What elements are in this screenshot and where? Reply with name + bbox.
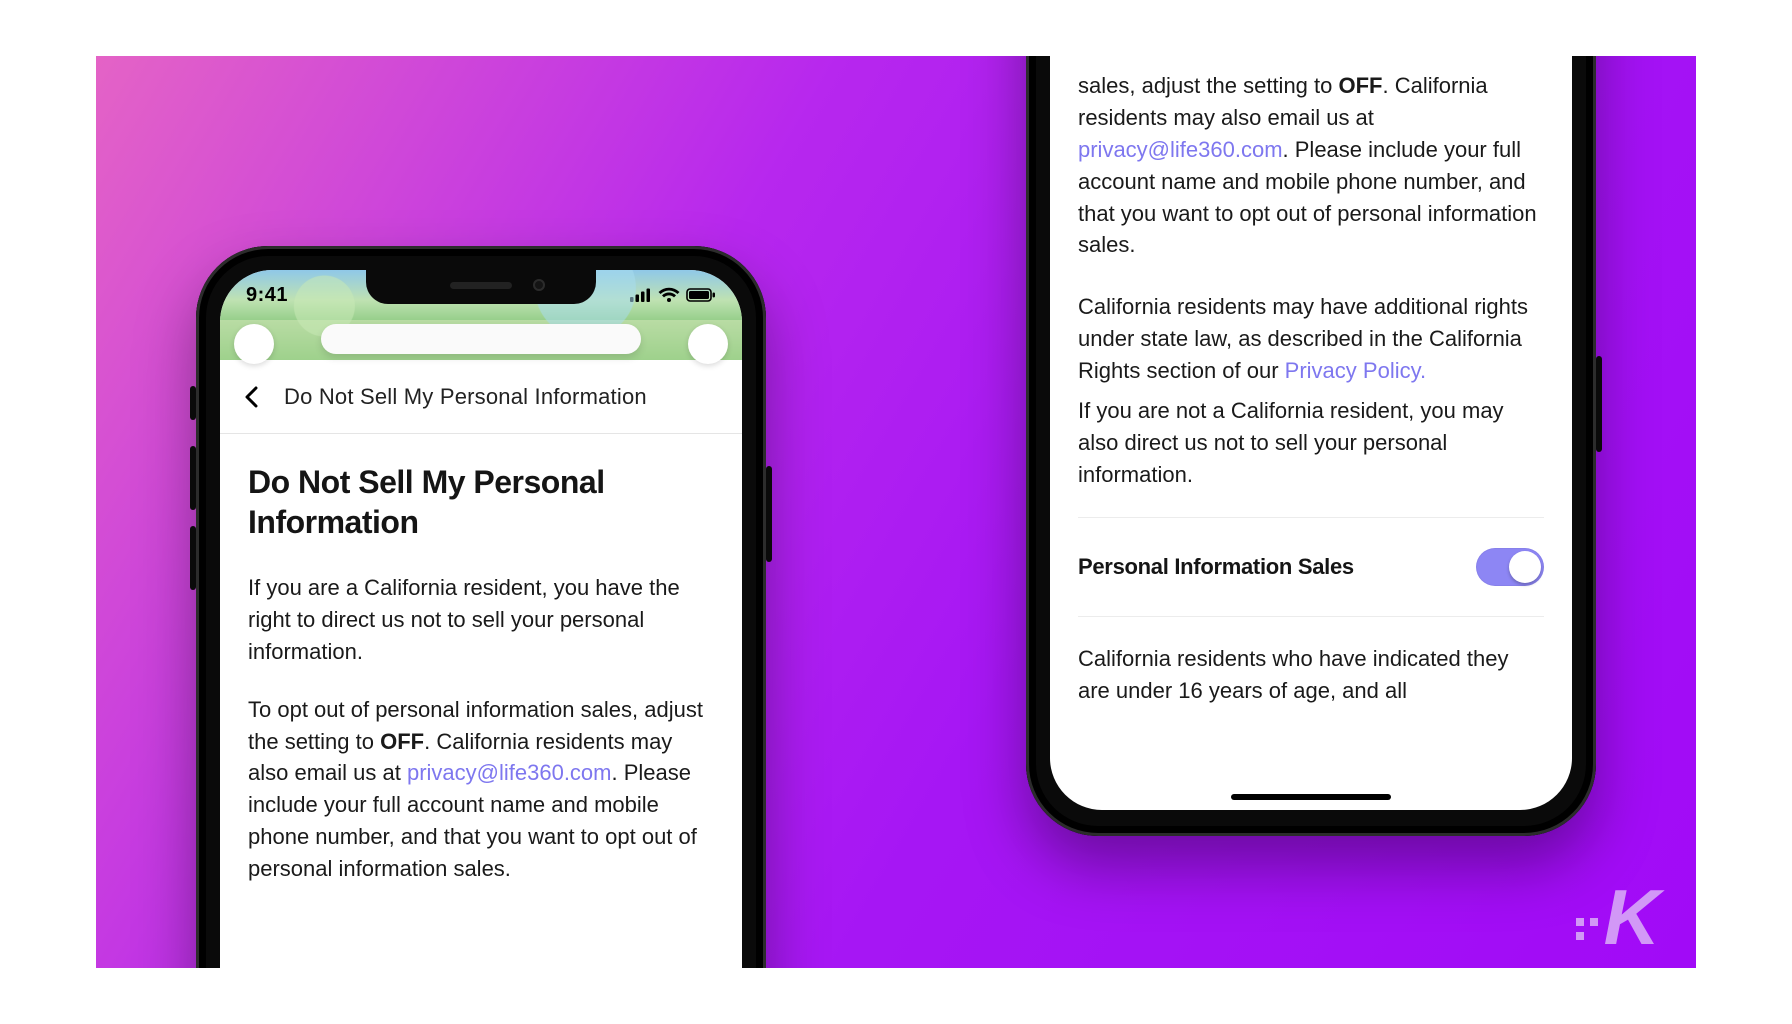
privacy-policy-link[interactable]: Privacy Policy. — [1285, 358, 1426, 383]
california-rights-paragraph: California residents may have additional… — [1078, 291, 1544, 387]
phone-power-button — [766, 466, 772, 562]
brand-watermark: K — [1576, 886, 1656, 948]
page-content-right: sales, adjust the setting to OFF. Califo… — [1050, 56, 1572, 706]
watermark-dots — [1576, 918, 1598, 940]
home-indicator — [1231, 794, 1391, 800]
phone-mockup-right: sales, adjust the setting to OFF. Califo… — [1026, 56, 1596, 836]
optout2-text-a: sales, adjust the setting to — [1078, 73, 1339, 98]
phone-volume-up — [190, 446, 196, 510]
personal-info-sales-toggle[interactable] — [1476, 548, 1544, 586]
chevron-left-icon — [244, 386, 260, 408]
phone-power-button — [1596, 356, 1602, 452]
privacy-email-link-2[interactable]: privacy@life360.com — [1078, 137, 1283, 162]
toggle-label: Personal Information Sales — [1078, 554, 1354, 580]
privacy-email-link[interactable]: privacy@life360.com — [407, 760, 612, 785]
toggle-knob — [1509, 551, 1541, 583]
non-california-paragraph: If you are not a California resident, yo… — [1078, 395, 1544, 491]
intro-paragraph: If you are a California resident, you ha… — [248, 572, 714, 668]
optout-paragraph-continued: sales, adjust the setting to OFF. Califo… — [1078, 70, 1544, 261]
map-preview — [220, 320, 742, 360]
phone-notch — [366, 270, 596, 304]
optout-paragraph: To opt out of personal information sales… — [248, 694, 714, 885]
map-avatar-left — [234, 324, 274, 364]
personal-info-sales-row: Personal Information Sales — [1078, 517, 1544, 617]
back-button[interactable] — [238, 383, 266, 411]
marketing-canvas: 9:41 Do Not Sell My Personal Information — [96, 56, 1696, 968]
phone-screen-right: sales, adjust the setting to OFF. Califo… — [1050, 56, 1572, 810]
page-header: Do Not Sell My Personal Information — [220, 360, 742, 434]
off-word-2: OFF — [1339, 73, 1383, 98]
page-content-left: Do Not Sell My Personal Information If y… — [220, 434, 742, 885]
map-search-pill — [321, 324, 641, 354]
phone-screen-left: 9:41 Do Not Sell My Personal Information — [220, 270, 742, 968]
watermark-letter: K — [1604, 886, 1656, 948]
phone-volume-down — [190, 526, 196, 590]
map-avatar-right — [688, 324, 728, 364]
page-heading: Do Not Sell My Personal Information — [248, 462, 714, 542]
phone-silence-switch — [190, 386, 196, 420]
off-word: OFF — [380, 729, 424, 754]
phone-mockup-left: 9:41 Do Not Sell My Personal Information — [196, 246, 766, 968]
header-title: Do Not Sell My Personal Information — [284, 384, 647, 410]
under16-paragraph: California residents who have indicated … — [1078, 643, 1544, 707]
